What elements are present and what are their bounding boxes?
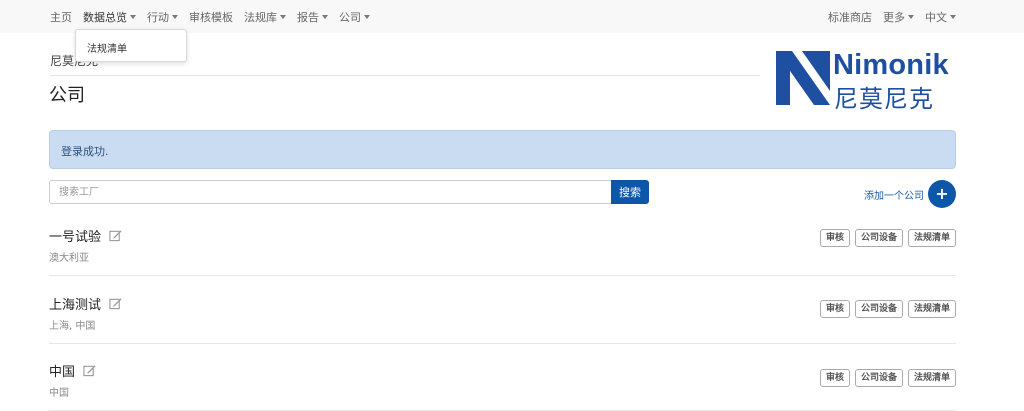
company-name[interactable]: 中国: [49, 361, 75, 380]
nav-regulation-library[interactable]: 法规库: [244, 9, 286, 25]
login-success-alert: 登录成功.: [49, 130, 956, 169]
caret-down-icon: [908, 14, 914, 19]
search-button[interactable]: 搜索: [611, 180, 649, 204]
company-row: 上海测试 上海, 中国 审核 公司设备 法规清单: [49, 294, 956, 360]
caret-down-icon: [280, 14, 286, 19]
nav-more[interactable]: 更多: [883, 9, 914, 25]
caret-down-icon: [950, 14, 956, 19]
caret-down-icon: [364, 14, 370, 19]
dashboard-dropdown-menu: 法规清单: [75, 29, 187, 62]
logo-text-cn: 尼莫尼克: [834, 85, 934, 113]
company-equipment-button[interactable]: 公司设备: [854, 300, 903, 318]
edit-icon[interactable]: [109, 229, 122, 242]
company-row: 一号试验 澳大利亚 审核 公司设备 法规清单: [49, 226, 956, 292]
company-name[interactable]: 一号试验: [49, 226, 101, 245]
dropdown-item-regulation-list[interactable]: 法规清单: [87, 40, 127, 55]
company-location: 澳大利亚: [49, 253, 89, 264]
company-location: 中国: [49, 388, 69, 399]
nav-language[interactable]: 中文: [925, 9, 956, 25]
company-actions: 审核 公司设备 法规清单: [819, 369, 956, 387]
regulation-list-button[interactable]: 法规清单: [907, 300, 956, 318]
nav-home[interactable]: 主页: [50, 9, 72, 25]
company-row: 中国 中国 审核 公司设备 法规清单: [49, 361, 956, 411]
nimonik-logo: Nimonik 尼莫尼克: [776, 49, 958, 113]
row-divider: [49, 343, 956, 344]
caret-down-icon: [322, 14, 328, 19]
audit-button[interactable]: 审核: [819, 300, 850, 318]
nav-dashboard[interactable]: 数据总览: [83, 9, 136, 25]
regulation-list-button[interactable]: 法规清单: [907, 369, 956, 387]
edit-icon[interactable]: [109, 297, 122, 310]
add-company-button[interactable]: +: [928, 180, 956, 208]
company-equipment-button[interactable]: 公司设备: [854, 229, 903, 247]
company-name[interactable]: 上海测试: [49, 294, 101, 313]
nav-companies[interactable]: 公司: [339, 9, 370, 25]
nav-actions[interactable]: 行动: [147, 9, 178, 25]
company-location: 上海, 中国: [49, 321, 96, 332]
regulation-list-button[interactable]: 法规清单: [907, 229, 956, 247]
company-actions: 审核 公司设备 法规清单: [819, 229, 956, 247]
caret-down-icon: [130, 14, 136, 19]
caret-down-icon: [172, 14, 178, 19]
add-company-link[interactable]: 添加一个公司: [864, 187, 924, 202]
plus-icon: +: [935, 184, 949, 203]
audit-button[interactable]: 审核: [819, 369, 850, 387]
company-actions: 审核 公司设备 法规清单: [819, 300, 956, 318]
nav-standards-store[interactable]: 标准商店: [828, 9, 872, 25]
company-equipment-button[interactable]: 公司设备: [854, 369, 903, 387]
header-divider: [50, 75, 760, 76]
logo-text-en: Nimonik: [833, 49, 949, 81]
logo-mark-icon: [776, 51, 830, 105]
row-divider: [49, 275, 956, 276]
edit-icon[interactable]: [83, 364, 96, 377]
alert-message: 登录成功.: [61, 145, 109, 158]
nav-right-menu: 标准商店 更多 中文: [828, 0, 956, 33]
search-input[interactable]: [49, 180, 612, 204]
nav-audit-templates[interactable]: 审核模板: [189, 9, 233, 25]
page-title: 公司: [49, 85, 85, 106]
audit-button[interactable]: 审核: [819, 229, 850, 247]
nav-reports[interactable]: 报告: [297, 9, 328, 25]
